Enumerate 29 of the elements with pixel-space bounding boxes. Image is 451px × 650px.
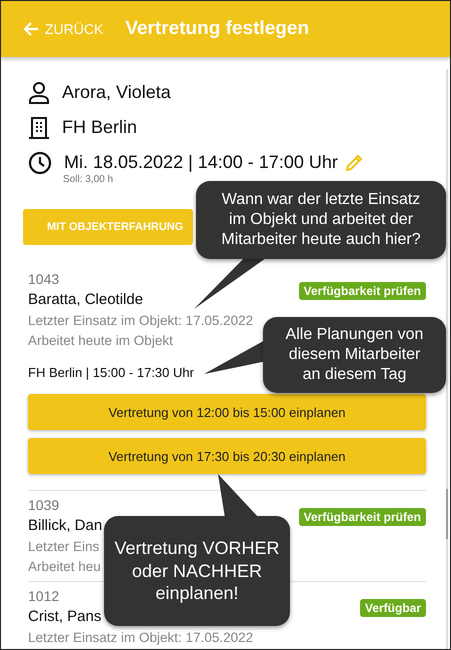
candidate-detail: Arbeitet heu — [28, 558, 101, 576]
employee-number: 1043 — [28, 270, 60, 289]
candidate-detail: Letzter Einsatz im Objekt: 17.05.2022 — [28, 312, 254, 330]
scrollbar[interactable] — [446, 69, 448, 649]
scrollbar-thumb[interactable] — [446, 489, 448, 539]
employee-name: Arora, Violeta — [62, 82, 171, 103]
candidate-detail: Letzter Eins — [28, 538, 100, 556]
person-icon — [28, 80, 50, 104]
page-title: Vertretung festlegen — [125, 18, 310, 40]
employee-number: 1012 — [28, 587, 60, 606]
shift-datetime: Mi. 18.05.2022 | 14:00 - 17:00 Uhr — [64, 152, 338, 173]
candidate-name[interactable]: Baratta, Cleotilde — [28, 289, 144, 311]
employee-number: 1039 — [28, 496, 60, 515]
candidate-detail: Arbeitet heute im Objekt — [28, 332, 173, 350]
target-hours: Soll: 3,00 h — [63, 174, 114, 185]
callout-bubble: Vertretung VORHER oder NACHHER einplanen! — [104, 516, 290, 626]
location-name: FH Berlin — [62, 117, 138, 138]
schedule-button[interactable]: Vertretung von 12:00 bis 15:00 einplanen — [28, 394, 426, 430]
candidate-detail: Letzter Einsatz im Objekt: 17.05.2022 — [28, 629, 254, 647]
back-arrow-icon — [23, 21, 39, 37]
building-icon — [28, 116, 50, 140]
candidate-name[interactable]: Billick, Dan — [28, 515, 102, 537]
callout-bubble: Alle Planungen von diesem Mitarbeiter an diesem Tag — [263, 317, 446, 393]
planning-entry: FH Berlin | 15:00 - 17:30 Uhr — [28, 365, 194, 380]
callout-pointer — [218, 474, 259, 518]
candidate-name[interactable]: Crist, Pans — [28, 606, 102, 628]
schedule-button[interactable]: Vertretung von 17:30 bis 20:30 einplanen — [28, 438, 426, 474]
clock-icon — [28, 150, 52, 174]
pencil-icon[interactable] — [344, 152, 364, 172]
